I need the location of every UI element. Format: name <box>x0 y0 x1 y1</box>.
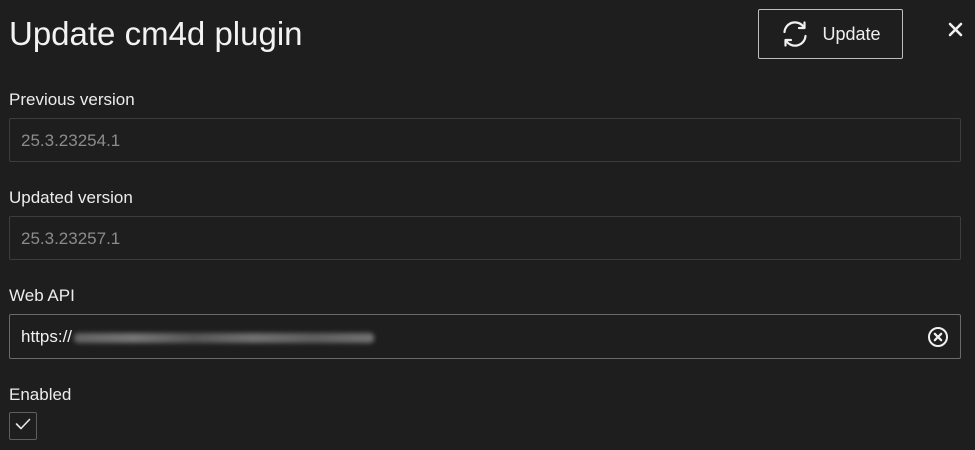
update-button-label: Update <box>822 23 881 44</box>
refresh-icon <box>780 21 810 47</box>
enabled-label: Enabled <box>9 385 72 404</box>
checkmark-icon <box>15 417 31 435</box>
clear-circle-icon[interactable] <box>927 326 949 348</box>
updated-version-field: 25.3.23257.1 <box>9 216 961 260</box>
redacted-url-text <box>74 332 375 343</box>
web-api-label: Web API <box>9 286 75 305</box>
previous-version-label: Previous version <box>9 90 135 109</box>
update-button[interactable]: Update <box>758 9 903 59</box>
enabled-checkbox[interactable] <box>9 412 37 440</box>
update-plugin-dialog: Update cm4d plugin Update Previous versi… <box>0 0 975 450</box>
web-api-input[interactable]: https:// <box>9 314 961 359</box>
updated-version-label: Updated version <box>9 188 133 207</box>
close-icon <box>948 22 963 42</box>
previous-version-value: 25.3.23254.1 <box>21 131 121 150</box>
web-api-value-prefix: https:// <box>21 327 73 346</box>
updated-version-value: 25.3.23257.1 <box>21 229 121 248</box>
previous-version-field: 25.3.23254.1 <box>9 118 961 162</box>
web-api-value: https:// <box>21 327 375 347</box>
dialog-header: Update cm4d plugin Update <box>0 0 975 68</box>
dialog-title: Update cm4d plugin <box>9 15 303 52</box>
close-button[interactable] <box>940 17 970 47</box>
